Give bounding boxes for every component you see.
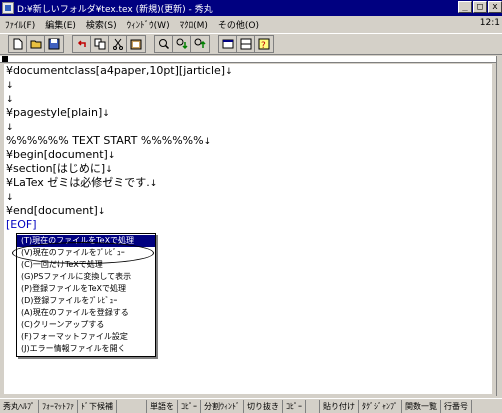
copy-icon[interactable] [91,36,109,52]
fkey-split[interactable]: 分割ｳｨﾝﾄﾞ [201,399,244,413]
menu-item-error-file[interactable]: (J)エラー情報ファイルを開く [17,343,155,355]
menu-item-tex-once[interactable]: (C)一回だけTeXで処理 [17,259,155,271]
editor-line[interactable]: %%%%%% TEXT START %%%%%%↓ [4,134,492,148]
menu-item-preview[interactable]: (V)現在のファイルをﾌﾟﾚﾋﾞｭｰ [17,247,155,259]
ruler [0,56,496,63]
ruler-cursor-marker [2,56,8,62]
editor-line[interactable]: ¥begin[document]↓ [4,148,492,162]
fkey-blank2[interactable] [306,399,320,413]
editor-line[interactable]: ¥section[はじめに]↓ [4,162,492,176]
paste-icon[interactable] [127,36,145,52]
menu-item-tex-process[interactable]: (T)現在のファイルをTeXで処理 [17,235,155,247]
app-icon[interactable] [2,2,14,14]
window-controls: _ □ x [458,1,502,13]
menu-item-cleanup[interactable]: (C)クリーンアップする [17,319,155,331]
fkey-functions[interactable]: 関数一覧 [402,399,441,413]
menu-item-ps-convert[interactable]: (G)PSファイルに変換して表示 [17,271,155,283]
cursor-position: 12:1 [479,18,500,28]
toolbar: ? [0,33,502,55]
window-title: D:¥新しいフォルダ¥tex.tex (新規)(更新) - 秀丸 [17,4,213,15]
menu-item-registered-preview[interactable]: (D)登録ファイルをﾌﾟﾚﾋﾞｭｰ [17,295,155,307]
fkey-linenum[interactable]: 行番号 [441,399,472,413]
menu-window[interactable]: ｳｨﾝﾄﾞｳ(W) [122,18,175,31]
edit-group [72,35,146,53]
editor-line[interactable]: ¥documentclass[a4paper,10pt][jarticle]↓ [4,64,492,78]
svg-text:?: ? [261,41,266,50]
status-bar: 秀丸ﾍﾙﾌﾟ ﾌｫｰﾏｯﾄﾌｧ ﾄﾞ下候補 単語を ｺﾋﾟｰ 分割ｳｨﾝﾄﾞ 切… [0,398,502,413]
menu-other[interactable]: その他(O) [213,18,264,31]
search-prev-icon[interactable] [191,36,209,52]
tex-context-menu: (T)現在のファイルをTeXで処理 (V)現在のファイルをﾌﾟﾚﾋﾞｭｰ (C)… [16,233,156,357]
editor-line[interactable]: ↓ [4,78,492,92]
menu-edit[interactable]: 編集(E) [40,18,81,31]
menu-item-registered-tex[interactable]: (P)登録ファイルをTeXで処理 [17,283,155,295]
menu-item-format-settings[interactable]: (F)フォーマットファイル設定 [17,331,155,343]
menu-search[interactable]: 検索(S) [81,18,122,31]
editor-line[interactable]: ¥LaTex ゼミは必修ゼミです.↓ [4,176,492,190]
open-folder-icon[interactable] [27,36,45,52]
help-icon[interactable]: ? [255,36,273,52]
save-icon[interactable] [45,36,63,52]
editor-line[interactable]: ¥pagestyle[plain]↓ [4,106,492,120]
window-group: ? [218,35,274,53]
editor-line[interactable]: ↓ [4,190,492,204]
new-file-icon[interactable] [9,36,27,52]
close-button[interactable]: x [488,1,502,13]
menu-bar: ﾌｧｲﾙ(F) 編集(E) 検索(S) ｳｨﾝﾄﾞｳ(W) ﾏｸﾛ(M) その他… [0,16,502,32]
restore-button[interactable]: □ [473,1,487,13]
fkey-candidate[interactable]: ﾄﾞ下候補 [78,399,117,413]
menu-item-register-current[interactable]: (A)現在のファイルを登録する [17,307,155,319]
cut-icon[interactable] [109,36,127,52]
menu-file[interactable]: ﾌｧｲﾙ(F) [0,18,40,31]
search-group [154,35,210,53]
fkey-blank[interactable] [117,399,147,413]
fkey-word[interactable]: 単語を [147,399,178,413]
split-icon[interactable] [237,36,255,52]
fkey-copy[interactable]: ｺﾋﾟｰ [178,399,201,413]
fkey-format[interactable]: ﾌｫｰﾏｯﾄﾌｧ [39,399,78,413]
editor-line[interactable]: ¥end[document]↓ [4,204,492,218]
title-bar: D:¥新しいフォルダ¥tex.tex (新規)(更新) - 秀丸 _ □ x [0,0,502,16]
editor-line[interactable]: ↓ [4,92,492,106]
file-group [8,35,64,53]
fkey-help[interactable]: 秀丸ﾍﾙﾌﾟ [0,399,39,413]
search-next-icon[interactable] [173,36,191,52]
eof-marker: [EOF] [6,218,37,231]
search-icon[interactable] [155,36,173,52]
minimize-button[interactable]: _ [458,1,472,13]
vertical-scrollbar[interactable] [496,56,502,396]
fkey-tagjump[interactable]: ﾀｸﾞｼﾞｬﾝﾌﾟ [359,399,402,413]
window-icon[interactable] [219,36,237,52]
menu-macro[interactable]: ﾏｸﾛ(M) [175,18,213,31]
undo-icon[interactable] [73,36,91,52]
fkey-cut[interactable]: 切り抜き [244,399,283,413]
editor-line[interactable]: ↓ [4,120,492,134]
fkey-paste[interactable]: 貼り付け [320,399,359,413]
fkey-copy2[interactable]: ｺﾋﾟｰ [283,399,306,413]
